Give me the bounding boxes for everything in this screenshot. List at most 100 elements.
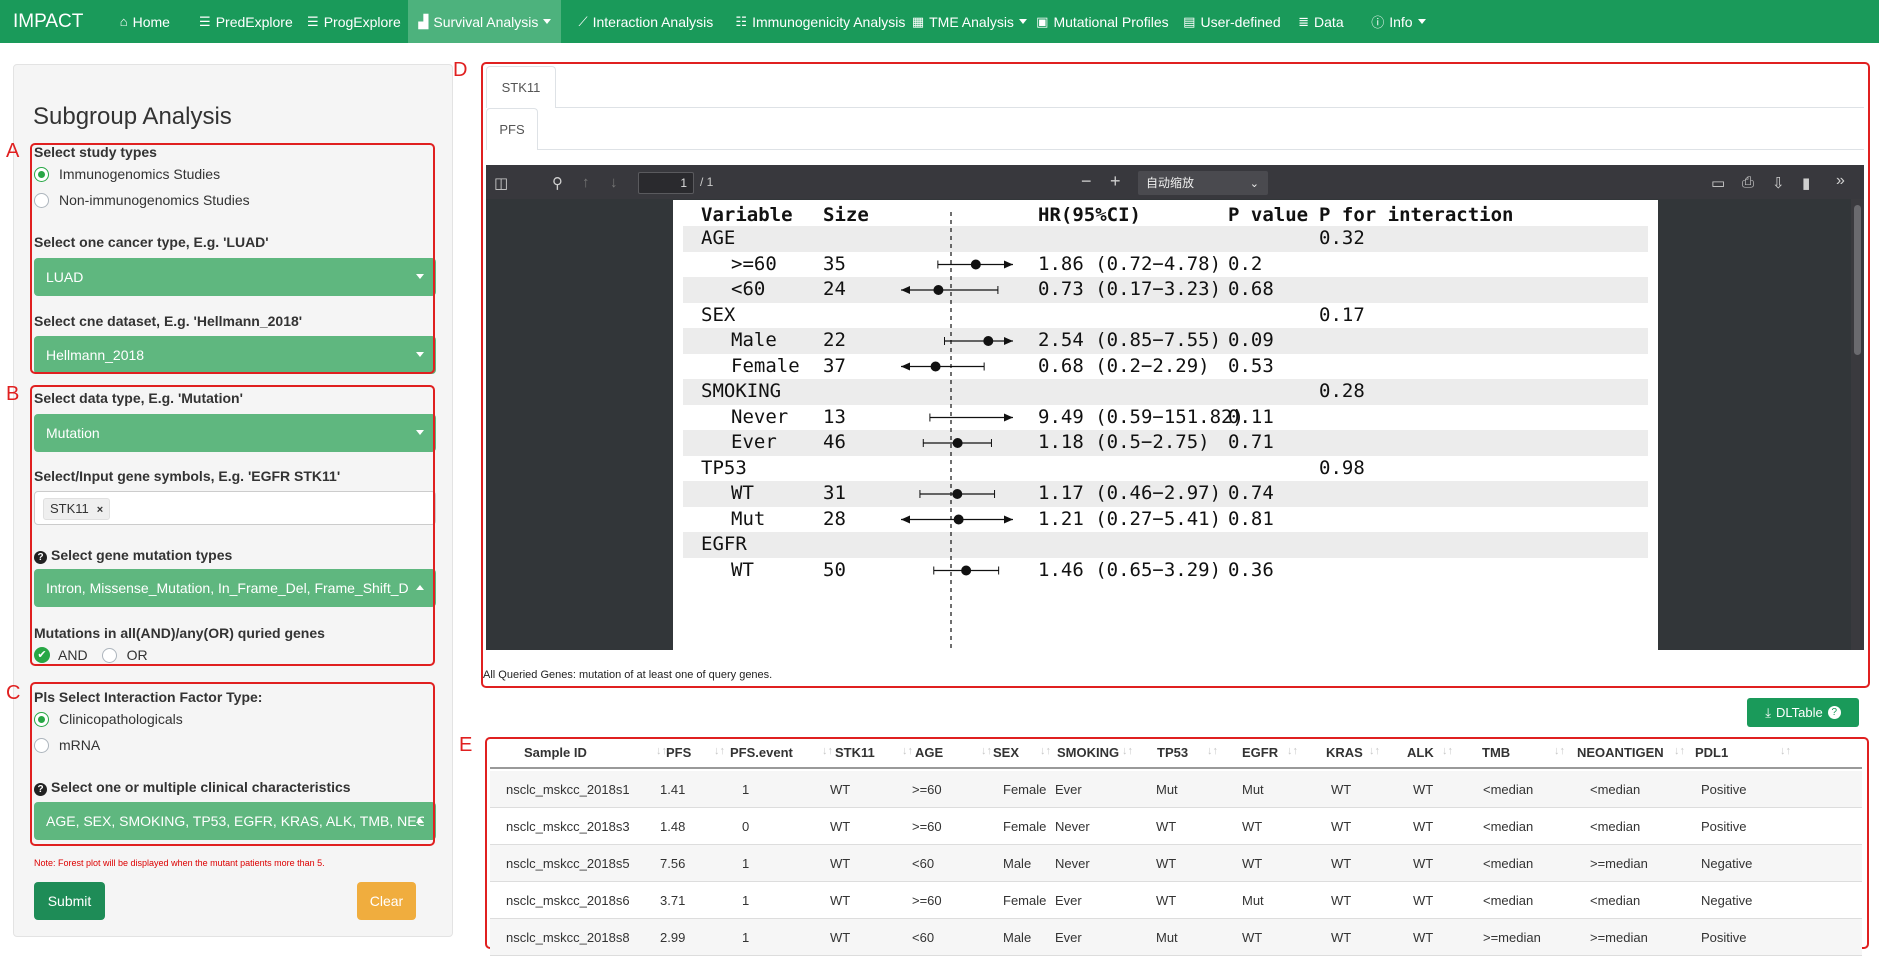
- download-icon[interactable]: ⇩: [1772, 174, 1785, 192]
- annotation-label-c: C: [6, 682, 21, 704]
- table-row[interactable]: nsclc_mskcc_2018s8 2.99 1 WT <60 Male Ever Mut W…: [490, 919, 1862, 956]
- column-header[interactable]: EGFR: [1242, 745, 1278, 760]
- table-cell: 1.48: [660, 819, 686, 834]
- column-header[interactable]: Sample ID: [524, 745, 587, 760]
- forest-plot-svg: [901, 212, 1013, 650]
- tools-icon[interactable]: »: [1836, 172, 1845, 190]
- table-row[interactable]: nsclc_mskcc_2018s6 3.71 1 WT >=60 Female Ever W…: [490, 882, 1862, 919]
- table-cell: Positive: [1701, 782, 1747, 797]
- column-header[interactable]: PFS: [666, 745, 691, 760]
- nav-item[interactable]: ☰ ProgExplore: [299, 0, 408, 43]
- table-row[interactable]: nsclc_mskcc_2018s5 7.56 1 WT <60 Male Never WT W…: [490, 845, 1862, 882]
- sort-icon[interactable]: ↓↑: [1674, 745, 1685, 757]
- tab-pfs[interactable]: PFS: [486, 108, 538, 150]
- open-file-icon[interactable]: ▭: [1711, 174, 1725, 192]
- bookmark-icon[interactable]: ▮: [1802, 174, 1810, 192]
- sort-icon[interactable]: ↓↑: [902, 745, 913, 757]
- table-cell: <median: [1590, 819, 1641, 834]
- nav-item[interactable]: ⓘ Info: [1354, 0, 1442, 43]
- column-header[interactable]: NEOANTIGEN: [1577, 745, 1664, 760]
- sort-icon[interactable]: ↓↑: [1780, 745, 1791, 757]
- nav-item-label: Interaction Analysis: [592, 13, 714, 30]
- column-header[interactable]: PFS.event: [730, 745, 793, 760]
- caret-down-icon: [1018, 19, 1027, 24]
- zoom-select[interactable]: 自动缩放 ⌄: [1138, 171, 1268, 195]
- dltable-button[interactable]: ⤓ DLTable ?: [1747, 698, 1859, 727]
- sort-icon[interactable]: ↓↑: [1369, 745, 1380, 757]
- table-cell: <median: [1483, 893, 1534, 908]
- nav-item[interactable]: ⌂ Home: [97, 0, 192, 43]
- card-icon: ▣: [1036, 13, 1049, 29]
- sort-icon[interactable]: ↓↑: [1207, 745, 1218, 757]
- list-icon: ☰: [307, 13, 319, 29]
- sort-icon[interactable]: ↓↑: [1040, 745, 1051, 757]
- table-cell: Mut: [1242, 782, 1264, 797]
- scrollbar-thumb[interactable]: [1854, 205, 1861, 355]
- nav-item[interactable]: ▣ Mutational Profiles: [1028, 0, 1176, 43]
- sort-icon[interactable]: ↓↑: [822, 745, 833, 757]
- nav-item[interactable]: ≣ Data: [1287, 0, 1354, 43]
- submit-button[interactable]: Submit: [34, 882, 105, 920]
- clear-button[interactable]: Clear: [357, 882, 416, 920]
- column-header[interactable]: KRAS: [1326, 745, 1363, 760]
- table-cell: nsclc_mskcc_2018s6: [506, 893, 630, 908]
- zoom-out-icon[interactable]: −: [1081, 171, 1092, 192]
- hr-point: [961, 565, 972, 576]
- sort-icon[interactable]: ↓↑: [1122, 745, 1133, 757]
- pdf-viewer: ◫ ⚲ ↑ ↓ 1 / 1 − + 自动缩放 ⌄ ▭ ⎙ ⇩ ▮ » Varia…: [486, 165, 1864, 650]
- table-cell: nsclc_mskcc_2018s3: [506, 819, 630, 834]
- prev-page-icon[interactable]: ↑: [582, 174, 590, 191]
- column-header[interactable]: PDL1: [1695, 745, 1728, 760]
- column-header[interactable]: AGE: [915, 745, 943, 760]
- table-cell: Negative: [1701, 893, 1753, 908]
- sort-icon[interactable]: ↓↑: [714, 745, 725, 757]
- nav-item[interactable]: ⟋ Interaction Analysis: [561, 0, 730, 43]
- table-cell: WT: [1413, 782, 1434, 797]
- table-cell: 1: [742, 856, 750, 871]
- column-header[interactable]: STK11: [835, 745, 875, 760]
- download-icon: ⤓: [1765, 704, 1771, 720]
- table-cell: 1.41: [660, 782, 686, 797]
- info-icon: ⓘ: [1371, 15, 1385, 30]
- next-page-icon[interactable]: ↓: [610, 174, 618, 191]
- zoom-in-icon[interactable]: +: [1110, 171, 1121, 192]
- sort-icon[interactable]: ↓↑: [1554, 745, 1565, 757]
- table-cell: WT: [1156, 856, 1177, 871]
- column-header[interactable]: TMB: [1482, 745, 1510, 760]
- page-number-input[interactable]: 1: [638, 172, 694, 194]
- nav-item[interactable]: ☰ PredExplore: [192, 0, 299, 43]
- column-header[interactable]: TP53: [1157, 745, 1188, 760]
- tab-stk11[interactable]: STK11: [486, 66, 556, 108]
- table-cell: WT: [830, 893, 851, 908]
- nav-item[interactable]: ▟ Survival Analysis: [408, 0, 562, 43]
- hr-point: [933, 285, 944, 295]
- print-icon[interactable]: ⎙: [1742, 174, 1754, 191]
- viewer-scrollbar[interactable]: [1851, 199, 1864, 650]
- sidebar-toggle-icon[interactable]: ◫: [494, 174, 508, 192]
- table-cell: >=median: [1590, 856, 1648, 871]
- caret-down-icon: [543, 19, 552, 24]
- question-icon[interactable]: ?: [1827, 706, 1841, 719]
- nav-item[interactable]: ☷ Immunogenicity Analysis: [730, 0, 910, 43]
- table-cell: WT: [1331, 930, 1352, 945]
- sort-icon[interactable]: ↓↑: [1442, 745, 1453, 757]
- table-cell: <median: [1483, 782, 1534, 797]
- nav-item[interactable]: ▤ User-defined: [1176, 0, 1287, 43]
- table-row[interactable]: nsclc_mskcc_2018s3 1.48 0 WT >=60 Female Never…: [490, 808, 1862, 845]
- table-row[interactable]: nsclc_mskcc_2018s1 1.41 1 WT >=60 Female Ever M…: [490, 771, 1862, 808]
- forest-caption: All Queried Genes: mutation of at least …: [483, 669, 773, 681]
- table-cell: <median: [1590, 893, 1641, 908]
- column-header[interactable]: SMOKING: [1057, 745, 1119, 760]
- table-cell: WT: [830, 930, 851, 945]
- sort-icon[interactable]: ↓↑: [1287, 745, 1298, 757]
- column-header[interactable]: ALK: [1407, 745, 1434, 760]
- sort-icon[interactable]: ↓↑: [981, 745, 992, 757]
- column-header[interactable]: SEX: [993, 745, 1019, 760]
- table-cell: Ever: [1055, 930, 1082, 945]
- find-icon[interactable]: ⚲: [552, 174, 563, 192]
- nav-item[interactable]: ▦ TME Analysis: [910, 0, 1028, 43]
- brand-logo[interactable]: IMPACT: [0, 11, 97, 33]
- table-cell: <median: [1590, 782, 1641, 797]
- hr-point: [983, 336, 994, 346]
- nav-item-label: Home: [132, 13, 170, 30]
